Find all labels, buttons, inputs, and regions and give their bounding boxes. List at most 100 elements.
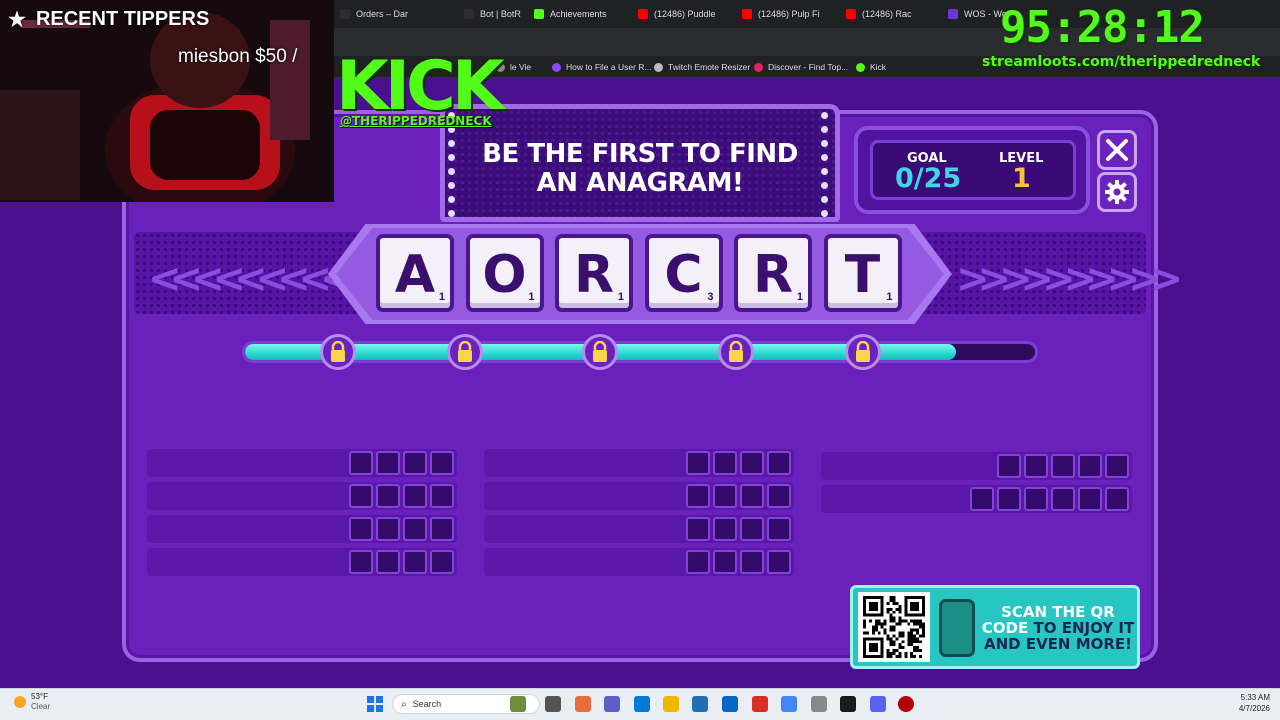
record-icon[interactable]	[898, 696, 914, 712]
word-row	[147, 515, 457, 543]
letter-slot	[767, 451, 791, 475]
tab-favicon-icon	[340, 9, 350, 19]
letter-slot	[767, 517, 791, 541]
file-explorer-icon[interactable]	[663, 696, 679, 712]
edge-icon[interactable]	[634, 696, 650, 712]
star-icon: ★	[8, 8, 26, 31]
word-row	[484, 515, 794, 543]
letter-tile[interactable]: T1	[823, 234, 902, 312]
discord-icon[interactable]	[870, 696, 886, 712]
obs-icon[interactable]	[752, 696, 768, 712]
letter-slot	[403, 517, 427, 541]
bookmark-favicon-icon	[754, 62, 763, 72]
letter-slot	[740, 484, 764, 508]
weather-widget[interactable]: 53°F Clear	[14, 692, 50, 712]
bookmark-favicon-icon	[654, 62, 663, 72]
bookmark-label: Twitch Emote Resizer	[668, 62, 751, 72]
app-icon[interactable]	[811, 696, 827, 712]
word-row	[821, 452, 1132, 480]
start-button[interactable]	[367, 696, 383, 712]
letter-tile[interactable]: O1	[465, 234, 544, 312]
browser-tab[interactable]: (12486) Pulp Fi	[742, 4, 830, 24]
lock-icon	[593, 341, 607, 362]
taskbar-clock[interactable]: 5:33 AM 4/7/2026	[1226, 692, 1270, 714]
tab-favicon-icon	[948, 9, 958, 19]
progress-lock	[320, 334, 356, 370]
tile-points: 1	[438, 291, 445, 303]
kick-logo: KICK	[336, 47, 505, 126]
bookmark-item[interactable]: Discover - Find Top...	[754, 60, 848, 74]
letter-slot	[349, 484, 373, 508]
letter-slot	[686, 484, 710, 508]
bookmark-item[interactable]: Kick	[856, 60, 886, 74]
progress-lock	[718, 334, 754, 370]
letter-slot	[349, 517, 373, 541]
letter-slot	[686, 550, 710, 574]
letter-slot	[740, 451, 764, 475]
letter-slots	[686, 550, 791, 574]
copilot-icon[interactable]	[575, 696, 591, 712]
teams-icon[interactable]	[604, 696, 620, 712]
widget-icon[interactable]	[510, 696, 526, 712]
progress-track	[242, 341, 1038, 363]
letter-tile[interactable]: C3	[644, 234, 723, 312]
task-view-icon[interactable]	[545, 696, 561, 712]
letter-slot	[686, 517, 710, 541]
tab-label: (12486) Puddle	[654, 9, 716, 19]
letter-slot	[997, 487, 1021, 511]
bookmark-item[interactable]: Twitch Emote Resizer	[654, 60, 750, 74]
search-icon: ⌕	[401, 698, 407, 710]
progress-lock	[582, 334, 618, 370]
bookmark-favicon-icon	[856, 62, 865, 72]
tab-favicon-icon	[534, 9, 544, 19]
kick-handle: @THERIPPEDREDNECK	[340, 114, 492, 128]
letter-tile[interactable]: R1	[734, 234, 812, 312]
letter-tile[interactable]: A1	[376, 234, 454, 312]
bookmark-label: le Vie	[510, 62, 532, 72]
browser-tab[interactable]: (12486) Puddle	[638, 4, 720, 24]
settings-button[interactable]	[1097, 172, 1137, 212]
instruction-line-2: AN ANAGRAM!	[536, 168, 744, 198]
letter-slot	[1105, 454, 1129, 478]
letter-slot	[1024, 487, 1048, 511]
qr-call-to-action: SCAN THE QR CODE TO ENJOY IT AND EVEN MO…	[978, 604, 1138, 652]
lock-icon	[331, 341, 345, 362]
left-chevrons-decoration: <<<<<<<<<<	[148, 256, 375, 302]
level-value: 1	[1012, 163, 1031, 194]
letter-slots	[997, 454, 1129, 478]
browser-tab[interactable]: (12486) Rac	[846, 4, 924, 24]
qr-text-line-1: SCAN THE QR	[1001, 603, 1115, 621]
tile-points: 1	[528, 291, 535, 303]
store-icon[interactable]	[692, 696, 708, 712]
letter-slot	[430, 484, 454, 508]
outlook-icon[interactable]	[722, 696, 738, 712]
letter-slot	[403, 550, 427, 574]
chrome-icon[interactable]	[781, 696, 797, 712]
tile-points: 1	[886, 291, 893, 303]
letter-tile[interactable]: R1	[555, 234, 633, 312]
letter-slot	[430, 451, 454, 475]
terminal-icon[interactable]	[840, 696, 856, 712]
streamloots-url: streamloots.com/therippedredneck	[982, 54, 1261, 70]
letter-slots	[686, 517, 791, 541]
word-row	[484, 482, 794, 510]
bookmark-favicon-icon	[552, 62, 561, 72]
tab-label: (12486) Rac	[862, 9, 912, 19]
bookmark-item[interactable]: How to File a User R...	[552, 60, 652, 74]
word-row	[484, 548, 794, 576]
browser-tab[interactable]: Orders – Dar	[340, 4, 450, 24]
browser-tab[interactable]: Achievements	[534, 4, 616, 24]
letter-slot	[376, 484, 400, 508]
letter-slots	[686, 451, 791, 475]
tab-label: Achievements	[550, 9, 607, 19]
bookmark-item[interactable]: le Vie	[496, 60, 531, 74]
progress-lock	[447, 334, 483, 370]
weather-icon	[14, 696, 26, 708]
close-button[interactable]	[1097, 130, 1137, 170]
browser-tab[interactable]: Bot | BotR	[464, 4, 526, 24]
tab-label: Orders – Dar	[356, 9, 409, 19]
tab-favicon-icon	[742, 9, 752, 19]
recent-tippers-header: ★ RECENT TIPPERS	[0, 5, 334, 33]
lock-icon	[856, 341, 870, 362]
gear-icon	[1105, 180, 1129, 204]
